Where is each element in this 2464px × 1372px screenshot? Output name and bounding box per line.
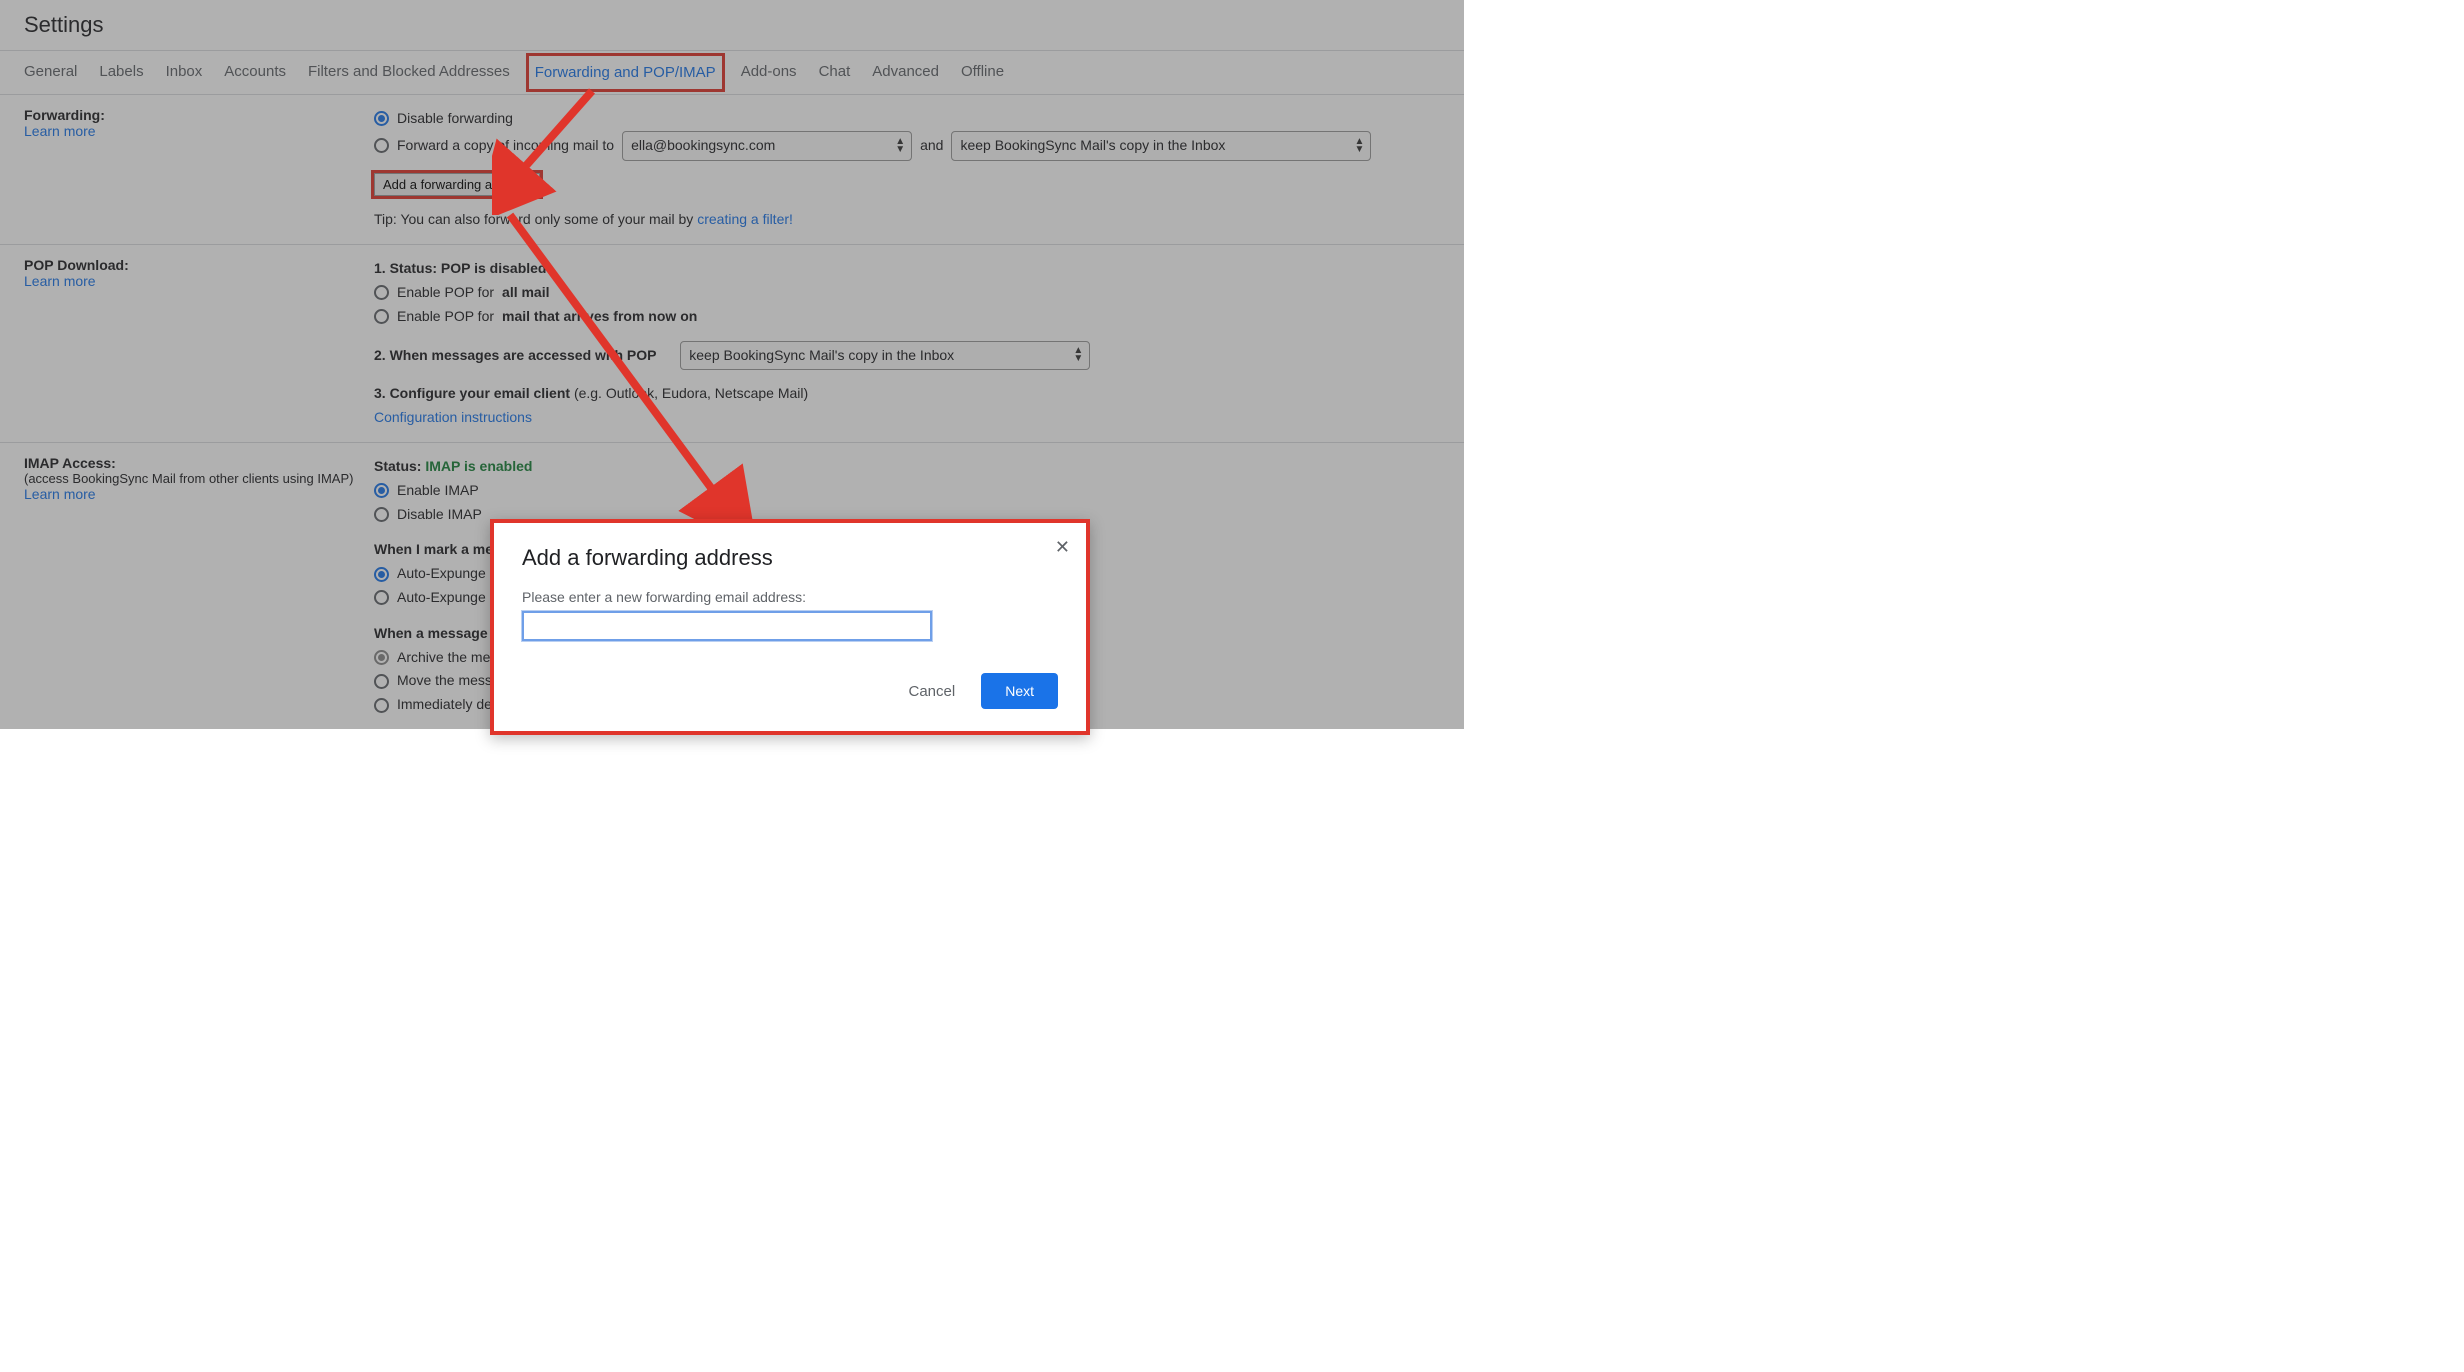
radio-move-trash[interactable]	[374, 674, 389, 689]
imap-learn-more-link[interactable]: Learn more	[24, 486, 354, 502]
pop-all-bold: all mail	[502, 281, 549, 305]
radio-expunge-off[interactable]	[374, 590, 389, 605]
forwarding-tip-text: Tip: You can also forward only some of y…	[374, 211, 697, 227]
forwarding-email-input[interactable]	[522, 611, 932, 641]
expunge-on-label: Auto-Expunge on	[397, 562, 505, 586]
section-pop: POP Download: Learn more 1. Status: POP …	[0, 245, 1464, 443]
add-forwarding-address-button[interactable]: Add a forwarding address	[374, 173, 540, 196]
page-title: Settings	[24, 12, 1440, 38]
modal-label: Please enter a new forwarding email addr…	[522, 589, 1058, 605]
close-icon[interactable]: ✕	[1055, 537, 1070, 558]
tab-filters[interactable]: Filters and Blocked Addresses	[308, 51, 510, 94]
radio-pop-all[interactable]	[374, 285, 389, 300]
tab-labels[interactable]: Labels	[99, 51, 143, 94]
imap-status-label: Status:	[374, 458, 425, 474]
tab-advanced[interactable]: Advanced	[872, 51, 939, 94]
radio-disable-forwarding[interactable]	[374, 111, 389, 126]
forward-email-value: ella@bookingsync.com	[631, 134, 775, 158]
tab-forwarding-pop-imap[interactable]: Forwarding and POP/IMAP	[526, 53, 725, 92]
tab-addons[interactable]: Add-ons	[741, 51, 797, 94]
tab-accounts[interactable]: Accounts	[224, 51, 286, 94]
tab-chat[interactable]: Chat	[819, 51, 851, 94]
pop-configure-label: 3. Configure your email client	[374, 385, 574, 401]
settings-header: Settings	[0, 0, 1464, 50]
section-forwarding: Forwarding: Learn more Disable forwardin…	[0, 95, 1464, 245]
tab-inbox[interactable]: Inbox	[166, 51, 203, 94]
imap-sub: (access BookingSync Mail from other clie…	[24, 471, 354, 486]
radio-forward-copy[interactable]	[374, 138, 389, 153]
radio-expunge-on[interactable]	[374, 567, 389, 582]
forward-copy-label: Forward a copy of incoming mail to	[397, 134, 614, 158]
pop-status-label: 1. Status:	[374, 260, 441, 276]
forward-and-label: and	[920, 134, 943, 158]
radio-pop-now[interactable]	[374, 309, 389, 324]
imap-disable-label: Disable IMAP	[397, 503, 482, 527]
forward-email-select[interactable]: ella@bookingsync.com ▲▼	[622, 131, 912, 161]
expunge-off-label: Auto-Expunge off	[397, 586, 505, 610]
imap-enable-label: Enable IMAP	[397, 479, 479, 503]
select-arrows-icon: ▲▼	[895, 138, 905, 154]
radio-imap-disable[interactable]	[374, 507, 389, 522]
radio-imap-enable[interactable]	[374, 483, 389, 498]
next-button[interactable]: Next	[981, 673, 1058, 709]
add-forwarding-modal: ✕ Add a forwarding address Please enter …	[490, 519, 1090, 735]
settings-tabs: General Labels Inbox Accounts Filters an…	[0, 50, 1464, 95]
pop-all-prefix: Enable POP for	[397, 281, 494, 305]
pop-status-value: POP is disabled	[441, 260, 547, 276]
pop-now-bold: mail that arrives from now on	[502, 305, 697, 329]
cancel-button[interactable]: Cancel	[909, 683, 956, 700]
pop-action-select[interactable]: keep BookingSync Mail's copy in the Inbo…	[680, 341, 1090, 371]
pop-action-value: keep BookingSync Mail's copy in the Inbo…	[689, 344, 954, 368]
creating-filter-link[interactable]: creating a filter!	[697, 211, 793, 227]
select-arrows-icon: ▲▼	[1073, 347, 1083, 363]
pop-config-instructions-link[interactable]: Configuration instructions	[374, 409, 532, 425]
forward-action-value: keep BookingSync Mail's copy in the Inbo…	[960, 134, 1225, 158]
forwarding-learn-more-link[interactable]: Learn more	[24, 123, 354, 139]
modal-title: Add a forwarding address	[522, 545, 1058, 571]
pop-when-accessed-label: 2. When messages are accessed with POP	[374, 344, 656, 368]
forwarding-label: Forwarding:	[24, 107, 354, 123]
tab-general[interactable]: General	[24, 51, 77, 94]
forward-action-select[interactable]: keep BookingSync Mail's copy in the Inbo…	[951, 131, 1371, 161]
pop-configure-example: (e.g. Outlook, Eudora, Netscape Mail)	[574, 385, 808, 401]
disable-forwarding-label: Disable forwarding	[397, 107, 513, 131]
pop-label: POP Download:	[24, 257, 354, 273]
pop-now-prefix: Enable POP for	[397, 305, 494, 329]
radio-delete-forever[interactable]	[374, 698, 389, 713]
pop-learn-more-link[interactable]: Learn more	[24, 273, 354, 289]
tab-offline[interactable]: Offline	[961, 51, 1004, 94]
imap-status-value: IMAP is enabled	[425, 458, 532, 474]
radio-archive[interactable]	[374, 650, 389, 665]
select-arrows-icon: ▲▼	[1355, 138, 1365, 154]
imap-label: IMAP Access:	[24, 455, 354, 471]
